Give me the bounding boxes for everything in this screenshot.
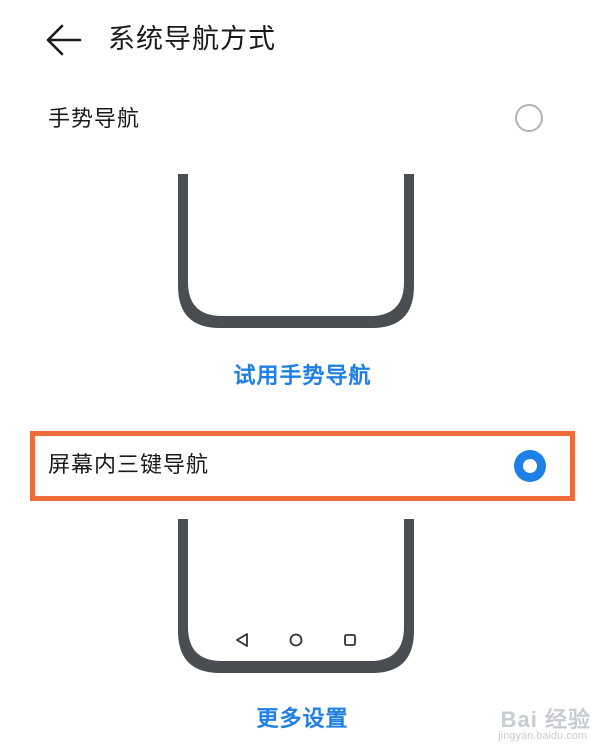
radio-button-unchecked[interactable]: [515, 104, 543, 132]
gesture-navigation-preview: [178, 174, 414, 328]
arrow-left-icon[interactable]: [44, 22, 84, 58]
try-gesture-navigation-link[interactable]: 试用手势导航: [0, 360, 605, 394]
baidu-jingyan-watermark: Bai 经验 jingyan.baidu.com: [441, 700, 591, 748]
home-circle-icon: [289, 633, 303, 647]
option-gesture-navigation[interactable]: 手势导航: [0, 84, 605, 156]
watermark-url: jingyan.baidu.com: [498, 730, 587, 742]
page-title: 系统导航方式: [108, 24, 276, 55]
option-label: 手势导航: [48, 107, 141, 132]
title-bar: 系统导航方式: [0, 0, 605, 82]
highlight-box: [30, 431, 575, 501]
recents-square-icon: [344, 634, 356, 646]
back-triangle-icon: [236, 633, 248, 647]
three-key-navigation-preview: [178, 519, 414, 673]
